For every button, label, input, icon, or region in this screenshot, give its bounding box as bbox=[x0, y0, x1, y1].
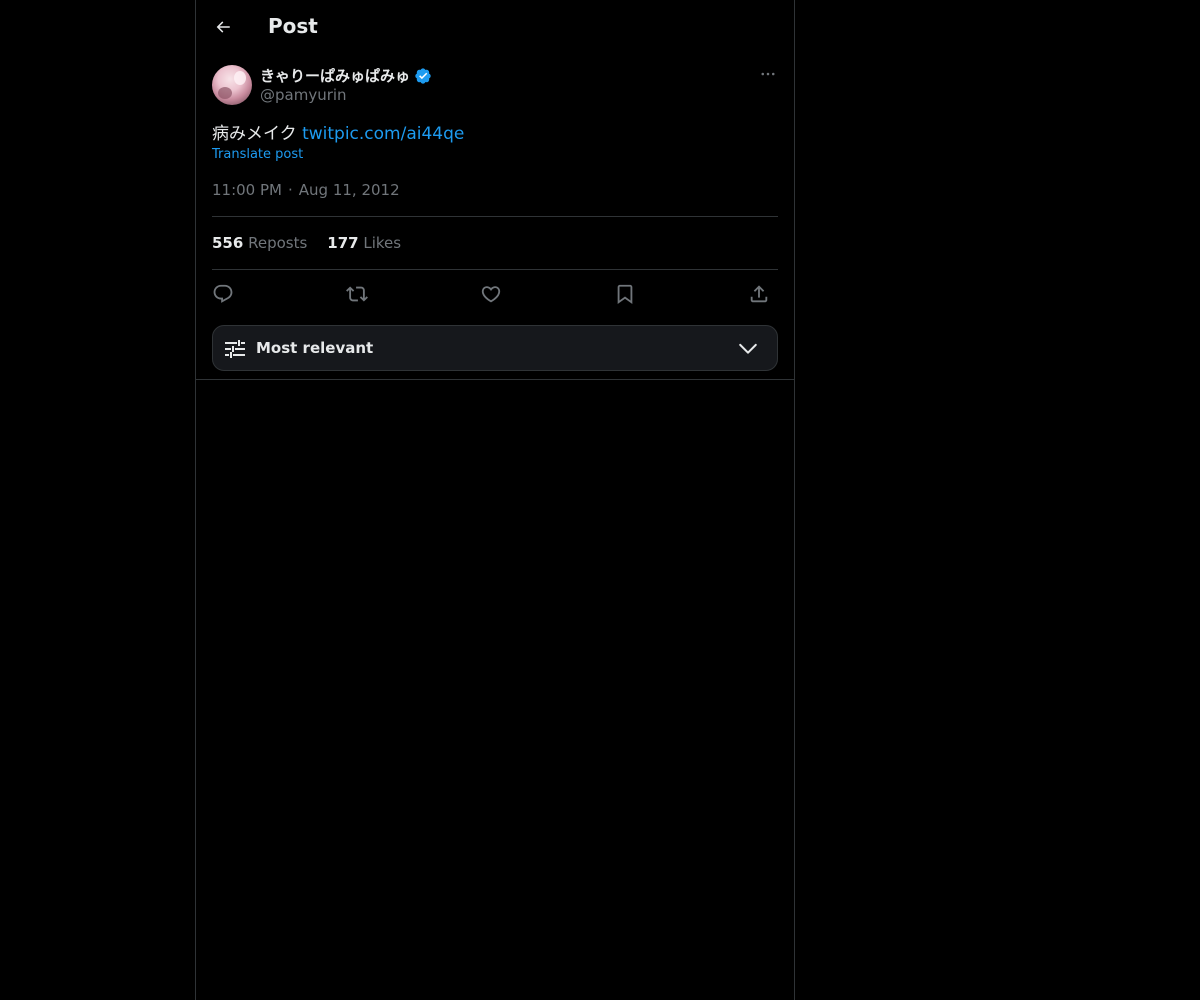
verified-badge-icon bbox=[415, 67, 431, 84]
tweet-time[interactable]: 11:00 PM bbox=[212, 181, 282, 199]
author-display-name[interactable]: きゃりーぱみゅぱみゅ bbox=[260, 65, 410, 86]
like-button[interactable] bbox=[477, 280, 505, 308]
page-title: Post bbox=[268, 14, 318, 38]
bookmark-button[interactable] bbox=[611, 280, 639, 308]
sort-replies-dropdown[interactable]: Most relevant bbox=[212, 325, 778, 371]
translate-post-link[interactable]: Translate post bbox=[212, 147, 303, 162]
tweet-text: 病みメイク twitpic.com/ai44qe bbox=[212, 119, 464, 144]
reposts-count: 556 bbox=[212, 234, 244, 252]
tweet-meta: 11:00 PM · Aug 11, 2012 bbox=[212, 181, 400, 199]
avatar[interactable] bbox=[212, 65, 252, 105]
share-button[interactable] bbox=[745, 280, 773, 308]
action-bar bbox=[212, 280, 778, 308]
reply-icon bbox=[213, 284, 233, 303]
divider bbox=[212, 216, 778, 217]
more-button[interactable] bbox=[758, 64, 778, 84]
chevron-down-icon bbox=[739, 343, 757, 354]
tweet-date[interactable]: Aug 11, 2012 bbox=[299, 181, 400, 199]
likes-stat[interactable]: 177 Likes bbox=[327, 234, 401, 252]
author-name-row[interactable]: きゃりーぱみゅぱみゅ bbox=[260, 65, 432, 86]
author-handle[interactable]: @pamyurin bbox=[260, 86, 347, 104]
sliders-icon bbox=[225, 340, 245, 358]
reposts-stat[interactable]: 556 Reposts bbox=[212, 234, 307, 252]
bookmark-icon bbox=[617, 284, 633, 305]
reposts-label: Reposts bbox=[248, 234, 308, 252]
more-icon bbox=[761, 72, 775, 76]
repost-icon bbox=[346, 286, 368, 302]
tweet-body: 病みメイク bbox=[212, 124, 303, 144]
tweet-stats: 556 Reposts 177 Likes bbox=[212, 234, 401, 252]
divider bbox=[212, 269, 778, 270]
back-button[interactable] bbox=[207, 11, 239, 43]
main-column: Post きゃりーぱみゅぱみゅ @pamyurin 病みメイク twitpic.… bbox=[195, 0, 795, 1000]
top-bar: Post bbox=[196, 0, 794, 53]
section-divider bbox=[196, 379, 794, 380]
likes-count: 177 bbox=[327, 234, 359, 252]
author-row: きゃりーぱみゅぱみゅ @pamyurin bbox=[212, 64, 778, 108]
share-icon bbox=[750, 285, 768, 303]
reply-button[interactable] bbox=[209, 280, 237, 308]
like-icon bbox=[481, 286, 501, 303]
tweet-link[interactable]: twitpic.com/ai44qe bbox=[302, 124, 464, 144]
meta-separator: · bbox=[287, 181, 293, 199]
likes-label: Likes bbox=[363, 234, 402, 252]
back-arrow-icon bbox=[216, 21, 230, 33]
sort-label: Most relevant bbox=[256, 339, 374, 357]
repost-button[interactable] bbox=[343, 280, 371, 308]
